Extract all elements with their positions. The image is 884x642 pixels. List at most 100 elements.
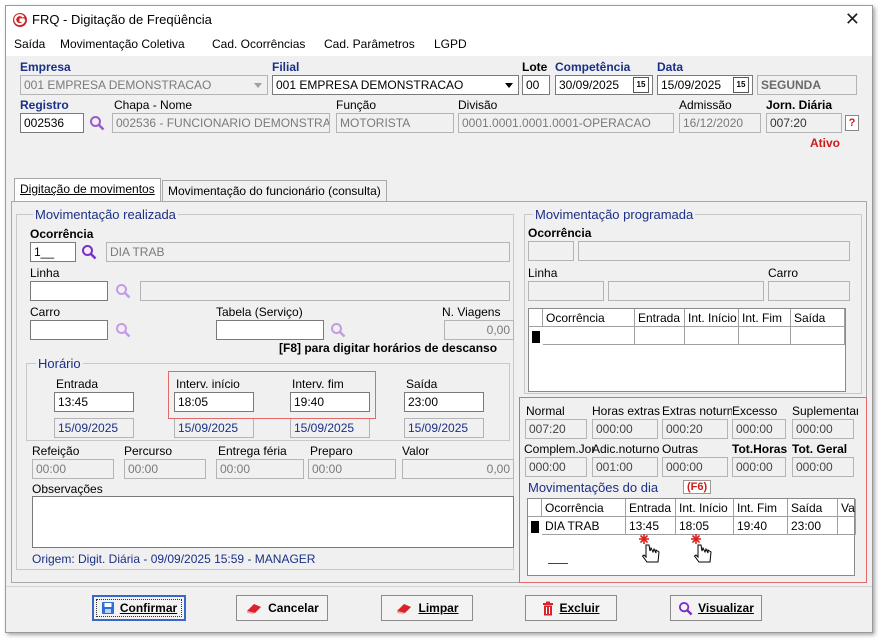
weekday-field: SEGUNDA: [757, 75, 857, 95]
divisao-field: 0001.0001.0001.0001-OPERACAO: [458, 113, 674, 133]
empresa-dropdown-icon[interactable]: [250, 76, 266, 94]
table-row[interactable]: [838, 517, 856, 535]
admissao-label: Admissão: [679, 98, 732, 112]
extras-noturn-field: 000:20: [662, 419, 728, 439]
outras-field: 000:00: [662, 457, 728, 477]
valor-label: Valor: [402, 444, 430, 458]
saida-label: Saída: [406, 377, 438, 391]
nviagens-label: N. Viagens: [442, 305, 501, 319]
tabela-field[interactable]: [216, 320, 324, 340]
chapa-field: 002536 - FUNCIONARIO DEMONSTRAC: [112, 113, 330, 133]
menu-cad-ocorrencias[interactable]: Cad. Ocorrências: [212, 37, 305, 51]
grid-corner: [528, 499, 542, 517]
origem-text: Origem: Digit. Diária - 09/09/2025 15:59…: [32, 552, 316, 566]
tot-horas-field: 000:00: [732, 457, 786, 477]
confirmar-label: Confirmar: [119, 601, 178, 615]
entrada-field[interactable]: 13:45: [54, 392, 134, 412]
programada-grid: Ocorrência Entrada Int. Início Int. Fim …: [528, 308, 846, 392]
programada-carro-field: [768, 281, 850, 301]
tot-horas-label: Tot.Horas: [732, 442, 788, 456]
grid-header: Saída: [791, 309, 845, 327]
ocorrencia-search-icon[interactable]: [81, 244, 97, 260]
funcao-field: MOTORISTA: [336, 113, 454, 133]
eraser-icon: [247, 604, 262, 614]
table-row[interactable]: 23:00: [788, 517, 838, 535]
trash-icon: [543, 601, 554, 615]
carro-field[interactable]: [30, 320, 108, 340]
grid-header: Ocorrência: [542, 499, 626, 517]
excesso-field: 000:00: [732, 419, 786, 439]
grid-header: Int. Início: [676, 499, 734, 517]
excesso-label: Excesso: [732, 404, 778, 418]
int-inicio-date-field: 15/09/2025: [174, 418, 254, 438]
f8-hint: [F8] para digitar horários de descanso: [279, 341, 498, 355]
tot-geral-field: 000:00: [792, 457, 854, 477]
grid-header: Ocorrência: [543, 309, 635, 327]
table-row[interactable]: DIA TRAB: [542, 517, 626, 535]
excluir-button[interactable]: Excluir: [525, 595, 617, 621]
extras-noturn-label: Extras noturn.: [662, 404, 732, 418]
cancelar-button[interactable]: Cancelar: [236, 595, 328, 621]
carro-search-icon[interactable]: [115, 322, 131, 338]
competencia-label: Competência: [555, 60, 631, 74]
observacoes-textarea[interactable]: [32, 496, 514, 548]
empresa-field[interactable]: 001 EMPRESA DEMONSTRACAO: [20, 75, 268, 95]
app-logo-icon: [13, 13, 27, 27]
programada-carro-label: Carro: [768, 266, 799, 280]
data-calendar-icon[interactable]: 15: [733, 77, 749, 93]
tab-panel: Movimentação realizada Ocorrência 1__ DI…: [11, 201, 867, 583]
lote-field[interactable]: 00: [522, 75, 550, 95]
menu-movimentacao-coletiva[interactable]: Movimentação Coletiva: [60, 37, 185, 51]
preparo-label: Preparo: [310, 444, 353, 458]
tab-consulta[interactable]: Movimentação do funcionário (consulta): [162, 180, 387, 202]
ocorrencia-code-field[interactable]: 1__: [30, 242, 76, 262]
tab-digitacao[interactable]: Digitação de movimentos: [14, 178, 161, 202]
registro-search-icon[interactable]: [89, 115, 105, 131]
tabela-label: Tabela (Serviço): [216, 305, 303, 319]
close-icon[interactable]: ✕: [845, 9, 860, 30]
limpar-button[interactable]: Limpar: [381, 595, 473, 621]
search-icon: [679, 601, 693, 615]
admissao-field: 16/12/2020: [679, 113, 761, 133]
nviagens-field: 0,00: [444, 320, 514, 340]
registro-field[interactable]: 002536: [20, 113, 84, 133]
linha-search-icon[interactable]: [115, 283, 131, 299]
menu-saida[interactable]: Saída: [14, 37, 45, 51]
confirmar-button[interactable]: Confirmar: [92, 595, 186, 621]
programada-ocorrencia-code: [528, 241, 574, 261]
competencia-calendar-icon[interactable]: 15: [633, 77, 649, 93]
lote-label: Lote: [522, 60, 548, 74]
scroll-indicator[interactable]: [548, 563, 568, 564]
visualizar-label: Visualizar: [698, 601, 754, 615]
ocorrencia-label: Ocorrência: [30, 227, 94, 241]
linha-field[interactable]: [30, 281, 108, 301]
grid-header: Int. Fim: [739, 309, 791, 327]
table-row[interactable]: [685, 327, 739, 345]
tabela-search-icon[interactable]: [330, 322, 346, 338]
table-row[interactable]: [791, 327, 845, 345]
filial-dropdown-icon[interactable]: [501, 76, 517, 94]
menu-cad-parametros[interactable]: Cad. Parâmetros: [324, 37, 415, 51]
help-icon[interactable]: ?: [845, 115, 859, 131]
outras-label: Outras: [662, 442, 699, 456]
f6-shortcut[interactable]: (F6): [683, 480, 712, 494]
saida-field[interactable]: 23:00: [404, 392, 484, 412]
entrega-label: Entrega féria: [218, 444, 287, 458]
complem-field: 000:00: [525, 457, 587, 477]
entrega-field: 00:00: [216, 459, 304, 479]
ocorrencia-desc-field: DIA TRAB: [106, 242, 510, 262]
table-row[interactable]: 19:40: [734, 517, 788, 535]
empresa-label: Empresa: [20, 60, 71, 74]
limpar-label: Limpar: [418, 601, 459, 615]
window-title: FRQ - Digitação de Freqüência: [32, 12, 212, 27]
hand-cursor-icon: [691, 534, 712, 563]
table-row[interactable]: [635, 327, 685, 345]
menu-lgpd[interactable]: LGPD: [434, 37, 467, 51]
visualizar-button[interactable]: Visualizar: [670, 595, 762, 621]
table-row[interactable]: [739, 327, 791, 345]
percurso-label: Percurso: [124, 444, 173, 458]
grid-header: Saída: [788, 499, 838, 517]
table-row[interactable]: [543, 327, 635, 345]
refeicao-field: 00:00: [32, 459, 114, 479]
filial-field[interactable]: 001 EMPRESA DEMONSTRACAO: [272, 75, 519, 95]
